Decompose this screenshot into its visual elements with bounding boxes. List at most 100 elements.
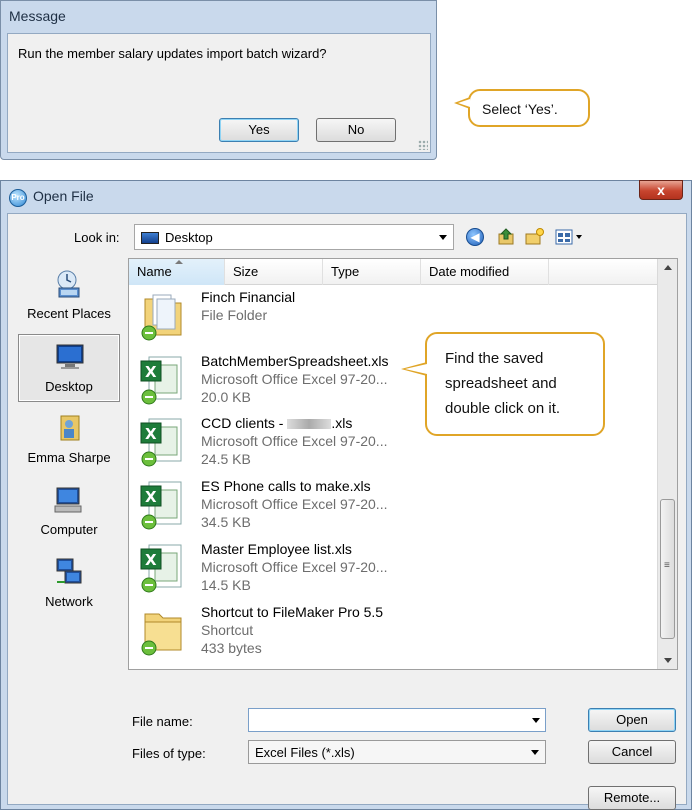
callout-pointer-fill	[405, 364, 427, 374]
open-file-titlebar: Pro Open File x	[1, 180, 691, 213]
column-header-name[interactable]: Name	[129, 259, 225, 285]
list-item[interactable]: X ES Phone calls to make.xls Microsoft O…	[135, 474, 435, 534]
chevron-down-icon[interactable]	[532, 718, 540, 723]
callout-line: spreadsheet and	[445, 375, 557, 392]
look-in-dropdown[interactable]: Desktop	[134, 224, 454, 250]
list-item[interactable]: Finch Financial File Folder	[135, 285, 435, 345]
file-name-label: File name:	[132, 714, 193, 729]
chevron-down-icon	[439, 235, 447, 240]
message-dialog: Message Run the member salary updates im…	[0, 0, 437, 160]
place-label: Desktop	[45, 379, 93, 394]
redacted-text	[287, 419, 332, 430]
no-button[interactable]: No	[316, 118, 396, 142]
place-computer[interactable]: Computer	[18, 478, 120, 546]
callout-select-yes: Select ‘Yes’.	[454, 89, 590, 127]
file-name: BatchMemberSpreadsheet.xls	[201, 353, 389, 369]
resize-grip[interactable]	[418, 140, 428, 150]
place-user-folder[interactable]: Emma Sharpe	[18, 406, 120, 474]
column-header-type[interactable]: Type	[323, 259, 421, 285]
sort-ascending-icon	[175, 260, 183, 264]
scroll-thumb[interactable]	[660, 499, 675, 639]
list-item[interactable]: X BatchMemberSpreadsheet.xls Microsoft O…	[135, 349, 435, 409]
svg-text:X: X	[145, 551, 157, 569]
scroll-down-icon[interactable]	[664, 658, 672, 663]
file-name: ES Phone calls to make.xls	[201, 478, 371, 494]
place-recent-places[interactable]: Recent Places	[18, 262, 120, 330]
svg-text:X: X	[145, 425, 157, 443]
file-size: 433 bytes	[201, 640, 262, 656]
excel-file-icon: X	[140, 356, 182, 405]
excel-file-icon: X	[140, 418, 182, 467]
scroll-up-icon[interactable]	[664, 265, 672, 270]
excel-file-icon: X	[140, 481, 182, 530]
list-item[interactable]: X CCD clients - .xls Microsoft Office Ex…	[135, 411, 435, 471]
svg-text:X: X	[145, 488, 157, 506]
up-folder-icon[interactable]	[496, 228, 516, 246]
look-in-label: Look in:	[74, 230, 120, 245]
look-in-value: Desktop	[165, 230, 213, 245]
message-dialog-body: Run the member salary updates import bat…	[7, 33, 431, 153]
desktop-icon	[141, 232, 159, 244]
column-header-date-modified[interactable]: Date modified	[421, 259, 549, 285]
remote-button[interactable]: Remote...	[588, 786, 676, 810]
callout-pointer-fill	[458, 99, 470, 107]
yes-button[interactable]: Yes	[219, 118, 299, 142]
excel-file-icon: X	[140, 544, 182, 593]
message-text: Run the member salary updates import bat…	[18, 46, 327, 61]
place-label: Computer	[40, 522, 98, 537]
file-size: 34.5 KB	[201, 514, 251, 530]
new-folder-icon[interactable]	[524, 228, 544, 246]
svg-text:X: X	[145, 363, 157, 381]
file-type: Microsoft Office Excel 97-20...	[201, 371, 388, 387]
list-item[interactable]: X Master Employee list.xls Microsoft Off…	[135, 537, 435, 597]
shortcut-folder-icon	[141, 613, 182, 656]
file-name-input[interactable]	[248, 708, 546, 732]
chevron-down-icon	[531, 750, 539, 755]
file-name: Finch Financial	[201, 289, 296, 305]
open-file-dialog: Pro Open File x Look in: Desktop ◀ Recen…	[0, 180, 692, 810]
file-name-prefix: CCD clients -	[201, 415, 288, 431]
file-size: 20.0 KB	[201, 389, 251, 405]
file-size: 14.5 KB	[201, 577, 251, 593]
file-type: File Folder	[201, 307, 268, 323]
file-type: Microsoft Office Excel 97-20...	[201, 433, 388, 449]
places-bar: Recent Places Desktop Emma Sharpe Comput…	[12, 258, 124, 678]
place-label: Network	[45, 594, 93, 609]
user-folder-icon	[60, 415, 80, 441]
file-type: Microsoft Office Excel 97-20...	[201, 559, 388, 575]
column-header-row: Name Size Type Date modified	[129, 259, 657, 285]
place-label: Emma Sharpe	[27, 450, 111, 465]
place-desktop[interactable]: Desktop	[18, 334, 120, 402]
callout-find-spreadsheet: Find the saved spreadsheet and double cl…	[401, 332, 605, 436]
files-of-type-value: Excel Files (*.xls)	[255, 745, 355, 760]
open-button[interactable]: Open	[588, 708, 676, 732]
file-name: Shortcut to FileMaker Pro 5.5	[201, 604, 384, 620]
callout-line: Find the saved	[445, 350, 544, 367]
back-arrow-icon[interactable]: ◀	[466, 228, 484, 246]
column-header-size[interactable]: Size	[225, 259, 323, 285]
folder-icon	[141, 294, 182, 341]
column-label: Name	[137, 264, 172, 279]
views-menu-icon[interactable]	[554, 228, 584, 246]
recent-places-icon	[57, 270, 80, 298]
file-name-suffix: .xls	[331, 415, 353, 431]
close-button[interactable]: x	[639, 180, 683, 200]
app-icon: Pro	[9, 189, 27, 207]
computer-icon	[54, 487, 82, 513]
list-item[interactable]: Shortcut to FileMaker Pro 5.5 Shortcut 4…	[135, 600, 435, 660]
files-of-type-select[interactable]: Excel Files (*.xls)	[248, 740, 546, 764]
open-file-title: Open File	[33, 188, 94, 204]
file-list[interactable]: Name Size Type Date modified Finch Finan…	[128, 258, 678, 670]
file-type: Shortcut	[201, 622, 254, 638]
files-of-type-label: Files of type:	[132, 746, 206, 761]
cancel-button[interactable]: Cancel	[588, 740, 676, 764]
vertical-scrollbar[interactable]	[657, 259, 677, 669]
network-icon	[56, 558, 82, 584]
place-network[interactable]: Network	[18, 550, 120, 618]
place-label: Recent Places	[27, 306, 111, 321]
open-file-client-area: Look in: Desktop ◀ Recent Places Desktop…	[7, 213, 687, 810]
callout-select-yes-text: Select ‘Yes’.	[482, 101, 558, 117]
file-name: CCD clients - .xls	[201, 415, 352, 431]
file-name: Master Employee list.xls	[201, 541, 352, 557]
desktop-icon	[56, 344, 84, 369]
